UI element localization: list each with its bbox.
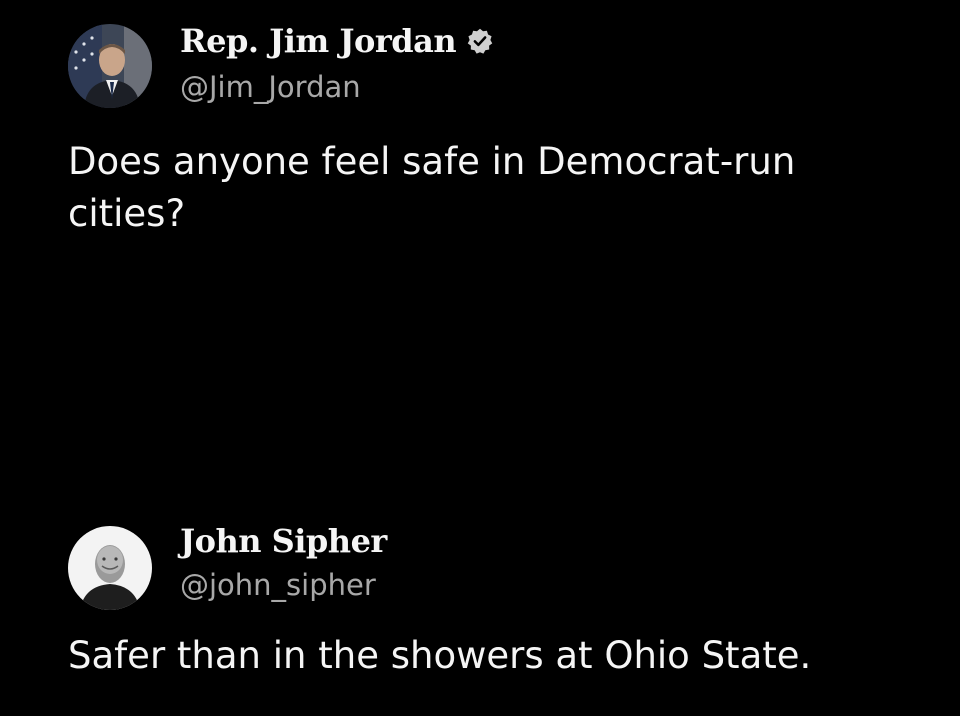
- reply-post: John Sipher @john_sipher Safer than in t…: [0, 500, 960, 716]
- profile-photo-icon: [68, 24, 152, 108]
- author-display-name[interactable]: John Sipher: [180, 522, 387, 560]
- author-handle[interactable]: @john_sipher: [180, 568, 376, 602]
- author-handle[interactable]: @Jim_Jordan: [180, 70, 361, 104]
- jim-jordan-avatar[interactable]: [68, 24, 152, 108]
- author-display-name[interactable]: Rep. Jim Jordan: [180, 22, 457, 60]
- verified-badge-icon: [466, 27, 494, 55]
- post-text: Does anyone feel safe in Democrat-run ci…: [68, 140, 796, 235]
- author-row: John Sipher: [180, 522, 387, 560]
- original-post: Rep. Jim Jordan @Jim_Jordan Does anyone …: [0, 0, 960, 500]
- author-row: Rep. Jim Jordan: [180, 22, 494, 60]
- screenshot: { "original_post": { "author": { "displa…: [0, 0, 960, 716]
- post-text: Safer than in the showers at Ohio State.: [68, 634, 812, 677]
- profile-photo-icon: [68, 526, 152, 610]
- john-sipher-avatar[interactable]: [68, 526, 152, 610]
